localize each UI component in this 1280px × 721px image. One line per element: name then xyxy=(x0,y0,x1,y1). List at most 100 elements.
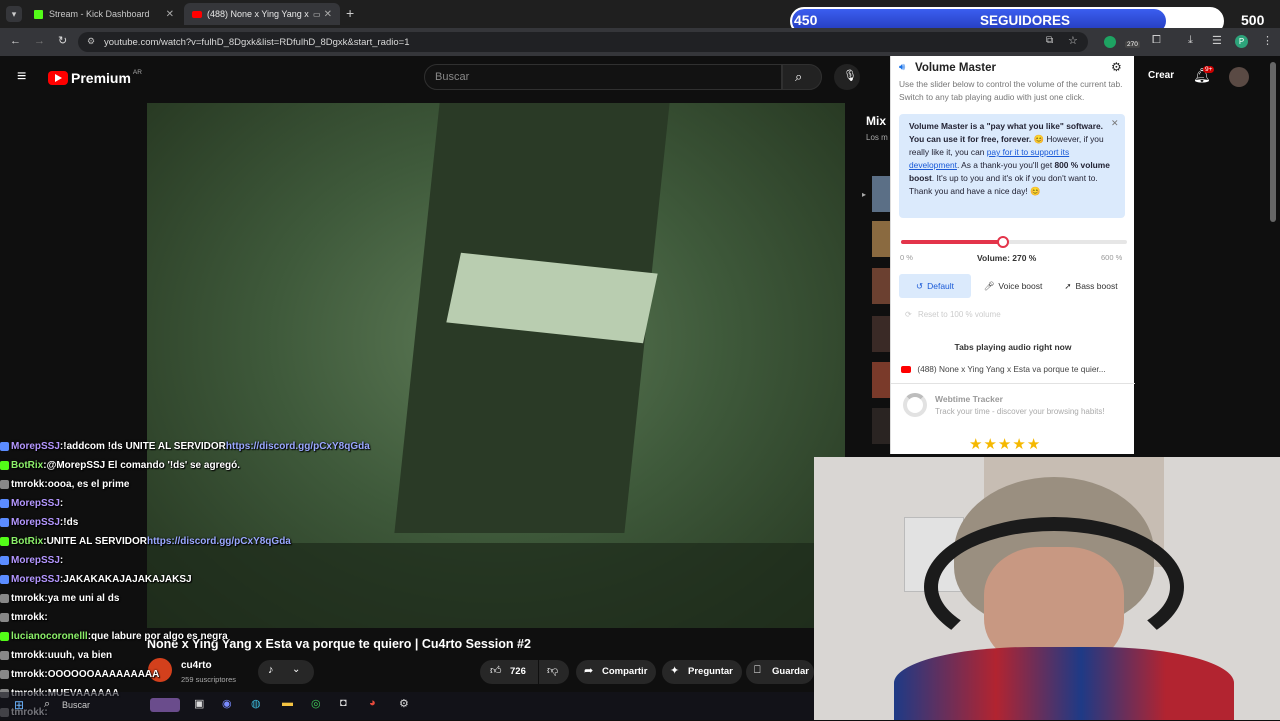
chat-username[interactable]: tmrokk xyxy=(11,669,44,680)
chat-username[interactable]: BotRix xyxy=(11,536,43,547)
star-icon[interactable]: ★ xyxy=(983,436,997,453)
obs-icon[interactable]: ◘ xyxy=(340,697,347,709)
chat-username[interactable]: MorepSSJ xyxy=(11,555,60,566)
chat-text: @MorepSSJ El comando '!ds' se agregó. xyxy=(46,459,241,471)
reload-icon[interactable]: ↻ xyxy=(58,34,67,47)
playlist-thumb[interactable] xyxy=(872,176,890,212)
chat-badge-icon xyxy=(0,479,9,489)
chat-link[interactable]: https://discord.gg/pCxY8qGda xyxy=(147,536,291,547)
star-icon[interactable]: ★ xyxy=(998,436,1012,453)
save-button[interactable]: ⎕ Guardar xyxy=(746,660,814,684)
address-bar[interactable]: ⚙ youtube.com/watch?v=fulhD_8Dgxk&list=R… xyxy=(78,32,1088,52)
chat-username[interactable]: tmrokk xyxy=(11,479,44,490)
chat-username[interactable]: MorepSSJ xyxy=(11,574,60,585)
install-icon[interactable]: ⧉ xyxy=(1046,35,1053,46)
extensions-icon[interactable]: ⧠ xyxy=(1152,34,1161,47)
logo-text: Premium xyxy=(71,70,131,86)
chat-username[interactable]: MorepSSJ xyxy=(11,517,60,528)
notice-text-2: . As a thank-you you'll get xyxy=(956,160,1053,170)
voice-search-button[interactable]: 🎙 xyxy=(834,64,860,90)
audio-tab-item[interactable]: (488) None x Ying Yang x Esta va porque … xyxy=(901,364,1127,374)
download-icon[interactable]: ⤓ xyxy=(1188,34,1193,47)
tab-kick-dashboard[interactable]: Stream - Kick Dashboard ✕ xyxy=(26,3,182,25)
share-button[interactable]: ➦ Compartir xyxy=(576,660,656,684)
chat-message: MorepSSJ : !ds xyxy=(0,513,78,531)
chat-text: que labure por algo es negra xyxy=(91,630,228,642)
discord-icon[interactable]: ◉ xyxy=(222,697,232,710)
chat-link[interactable]: https://discord.gg/pCxY8qGda xyxy=(226,441,370,452)
chat-username[interactable]: tmrokk xyxy=(11,650,44,661)
sparkle-icon: ✦ xyxy=(670,665,680,677)
whatsapp-icon[interactable]: ◎ xyxy=(311,697,321,710)
thumbs-down-icon: 👎︎ xyxy=(547,665,559,677)
chat-username[interactable]: lucianocoronelll xyxy=(11,631,88,642)
star-icon[interactable]: ★ xyxy=(1012,436,1026,453)
youtube-icon xyxy=(901,366,911,374)
taskbar-widget[interactable] xyxy=(150,698,180,712)
account-avatar[interactable] xyxy=(1229,67,1249,87)
reset-volume-button[interactable]: ⟳ Reset to 100 % volume xyxy=(905,310,1001,319)
taskbar-search-icon[interactable]: ⌕ xyxy=(44,698,50,711)
like-count: 726 xyxy=(510,666,526,677)
bass-boost-button[interactable]: ➚ Bass boost xyxy=(1055,274,1127,298)
profile-avatar[interactable]: P xyxy=(1235,35,1248,48)
rating-stars[interactable]: ★★★★★ xyxy=(969,435,1041,453)
slider-thumb[interactable] xyxy=(996,236,1009,248)
windows-start-icon[interactable]: ⊞ xyxy=(14,698,24,712)
like-button[interactable]: 👍︎ 726 xyxy=(480,660,538,684)
ask-button[interactable]: ✦ Preguntar xyxy=(662,660,742,684)
chat-badge-icon xyxy=(0,631,9,641)
playlist-thumb[interactable] xyxy=(872,408,890,444)
hamburger-icon[interactable]: ≡ xyxy=(17,68,26,86)
bookmark-star-icon[interactable]: ☆ xyxy=(1068,34,1078,47)
chat-username[interactable]: tmrokk xyxy=(11,612,44,623)
playlist-thumb[interactable] xyxy=(872,221,890,257)
forward-icon[interactable]: → xyxy=(34,35,45,47)
star-icon[interactable]: ★ xyxy=(1027,436,1041,453)
playlist-thumb[interactable] xyxy=(872,362,890,398)
close-icon[interactable]: ✕ xyxy=(166,9,174,20)
bookmark-icon: ⎕ xyxy=(754,664,761,676)
back-icon[interactable]: ← xyxy=(10,35,21,47)
app-icon[interactable]: ⚙ xyxy=(399,697,409,710)
voice-boost-button[interactable]: 🎤︎ Voice boost xyxy=(977,274,1049,298)
settings-gear-icon[interactable]: ⚙ xyxy=(1111,60,1122,74)
edge-icon[interactable]: ◍ xyxy=(251,697,261,710)
search-input[interactable]: Buscar xyxy=(424,64,782,90)
promo-title[interactable]: Webtime Tracker xyxy=(935,394,1003,404)
chat-username[interactable]: BotRix xyxy=(11,460,43,471)
counter-title: SEGUIDORES xyxy=(980,13,1071,28)
dislike-button[interactable]: 👎︎ xyxy=(539,660,569,684)
chat-username[interactable]: MorepSSJ xyxy=(11,441,60,452)
star-icon[interactable]: ★ xyxy=(969,436,983,453)
site-info-icon[interactable]: ⚙ xyxy=(87,36,95,47)
audio-tab-title: (488) None x Ying Yang x Esta va porque … xyxy=(917,364,1106,374)
taskbar-search-placeholder[interactable]: Buscar xyxy=(62,700,90,710)
playlist-thumb[interactable] xyxy=(872,268,890,304)
new-tab-button[interactable]: + xyxy=(346,5,354,21)
tab-search-button[interactable]: ▾ xyxy=(6,6,22,22)
chrome-icon[interactable]: ◕ xyxy=(369,697,376,709)
chat-text: !addcom !ds UNITE AL SERVIDOR xyxy=(63,440,226,452)
close-icon[interactable]: ✕ xyxy=(324,9,332,20)
chat-message: MorepSSJ : JAKAKAKAJAJAKAJAKSJ xyxy=(0,570,192,588)
file-explorer-icon[interactable]: ▬ xyxy=(282,697,293,709)
reading-list-icon[interactable]: ☰ xyxy=(1212,34,1222,47)
youtube-logo[interactable]: Premium AR xyxy=(48,69,142,86)
extension-volume-master-icon[interactable] xyxy=(1104,36,1116,48)
search-button[interactable]: ⌕ xyxy=(782,64,822,90)
chat-badge-icon xyxy=(0,517,9,527)
tab-label: Stream - Kick Dashboard xyxy=(49,9,150,19)
playlist-thumb[interactable] xyxy=(872,316,890,352)
task-view-icon[interactable]: ▣ xyxy=(194,697,204,710)
share-label: Compartir xyxy=(602,666,648,677)
tab-youtube[interactable]: (488) None x Ying Yang x E... ▭ ✕ xyxy=(184,3,340,25)
menu-icon[interactable]: ⋮ xyxy=(1262,34,1273,47)
create-button[interactable]: Crear xyxy=(1148,70,1174,81)
close-notice-icon[interactable]: ✕ xyxy=(1111,117,1119,130)
chat-username[interactable]: tmrokk xyxy=(11,593,44,604)
microphone-icon: 🎙 xyxy=(843,70,857,82)
page-scrollbar[interactable] xyxy=(1270,62,1276,222)
default-preset-button[interactable]: ↺ Default xyxy=(899,274,971,298)
chat-username[interactable]: MorepSSJ xyxy=(11,498,60,509)
